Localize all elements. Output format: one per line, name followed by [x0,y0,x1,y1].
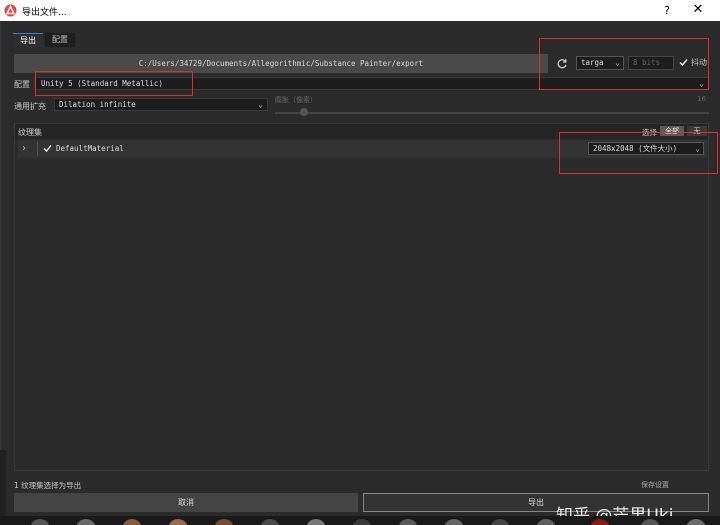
select-label: 选择 [642,128,657,137]
status-text: 1 纹理集选择为导出 [14,481,82,490]
chevron-down-icon: ⌄ [699,79,704,88]
file-format-select[interactable]: targa ⌄ [576,56,624,70]
export-path-field[interactable]: C:/Users/34729/Documents/Allegorithmic/S… [14,54,548,73]
material-ball-thumbnail[interactable] [352,519,372,525]
title-bar: 导出文件... ? ✕ [0,0,720,21]
dilation-label: 膨胀（像素） [275,96,317,104]
config-preset-value: Unity 5 (Standard Metallic) [41,79,163,88]
help-button[interactable]: ? [660,4,674,17]
tab-export[interactable]: 导出 [13,33,43,47]
file-format-value: targa [581,58,604,67]
save-settings-link[interactable]: 保存设置 [641,480,669,490]
texture-set-panel: 纹理集 选择 全部 无 › DefaultMaterial 2048x2048 … [14,123,709,471]
select-none-button[interactable]: 无 [687,126,707,136]
bit-depth-select[interactable]: 8 bits [628,56,674,70]
material-ball-thumbnail[interactable] [168,519,188,525]
material-ball-thumbnail[interactable] [122,519,142,525]
resolution-select[interactable]: 2048x2048 (文件大小) ⌄ [588,142,704,155]
config-preset-select[interactable]: Unity 5 (Standard Metallic) ⌄ [34,77,709,90]
texture-set-header: 纹理集 选择 全部 无 [15,124,708,139]
chevron-down-icon: ⌄ [615,58,620,67]
material-ball-thumbnail[interactable] [306,519,326,525]
dilation-value: 16 [697,95,706,103]
material-thumbnail-strip [0,516,720,525]
config-label: 配置 [14,80,30,89]
chevron-down-icon: ⌄ [695,144,700,153]
close-button[interactable]: ✕ [690,2,706,17]
dithering-checkbox[interactable]: 抖动 [679,57,707,68]
table-row[interactable]: › DefaultMaterial 2048x2048 (文件大小) ⌄ [18,140,707,158]
material-ball-thumbnail[interactable] [640,519,660,525]
dilation-slider-handle[interactable] [300,108,308,116]
export-dialog: 导出 配置 C:/Users/34729/Documents/Allegorit… [0,21,720,525]
material-ball-thumbnail[interactable] [444,519,464,525]
padding-label: 通用扩充 [14,102,46,111]
window-title: 导出文件... [22,8,67,18]
material-ball-thumbnail[interactable] [686,519,706,525]
material-ball-thumbnail[interactable] [398,519,418,525]
material-ball-thumbnail[interactable] [536,519,556,525]
checkmark-icon[interactable] [43,144,52,153]
material-ball-thumbnail[interactable] [30,519,50,525]
material-ball-thumbnail[interactable] [76,519,96,525]
left-edge-strip [0,450,6,516]
cancel-button[interactable]: 取消 [14,493,358,512]
padding-value: Dilation infinite [59,100,136,109]
material-ball-thumbnail[interactable] [590,519,610,525]
refresh-icon[interactable] [556,58,568,70]
tab-bar: 导出 配置 [13,33,75,47]
material-ball-thumbnail[interactable] [260,519,280,525]
chevron-right-icon[interactable]: › [22,143,26,154]
texture-set-name: DefaultMaterial [56,144,124,153]
checkmark-icon [679,59,688,67]
texture-set-title: 纹理集 [18,128,42,137]
material-ball-thumbnail[interactable] [490,519,510,525]
padding-select[interactable]: Dilation infinite ⌄ [54,98,268,111]
bit-depth-placeholder: 8 bits [633,58,661,67]
resolution-value: 2048x2048 (文件大小) [593,144,678,153]
chevron-down-icon: ⌄ [258,100,263,109]
select-all-button[interactable]: 全部 [660,126,684,136]
dithering-label: 抖动 [691,58,707,67]
tab-config[interactable]: 配置 [45,33,75,47]
row-divider [37,142,38,156]
material-ball-thumbnail[interactable] [214,519,234,525]
dilation-slider-track[interactable] [275,112,709,114]
substance-painter-logo-icon [4,4,17,17]
